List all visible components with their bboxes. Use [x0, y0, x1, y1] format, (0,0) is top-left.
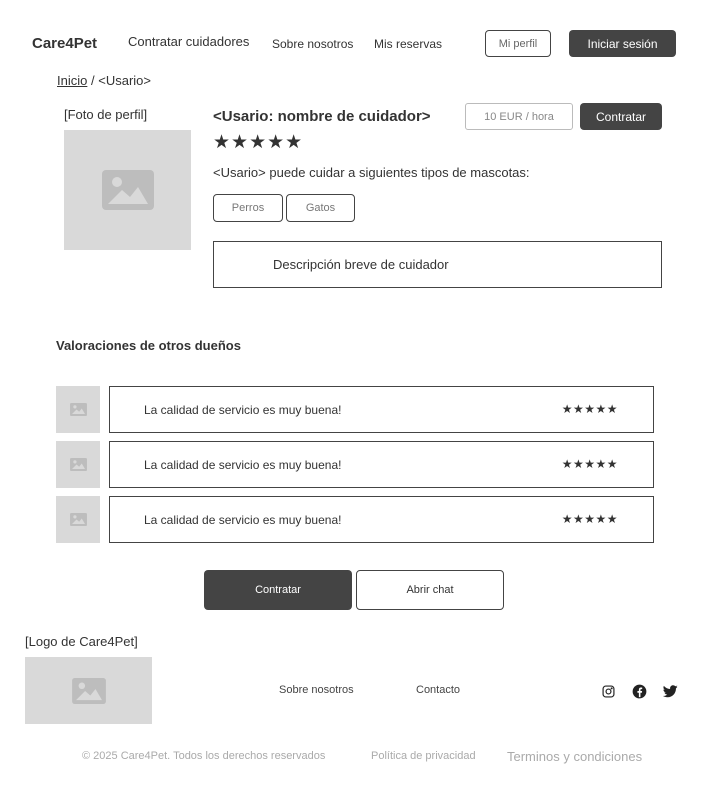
pets-description: <Usario> puede cuidar a siguientes tipos…: [213, 165, 530, 180]
review-stars: ★★★★★: [561, 512, 618, 526]
nav-my-bookings[interactable]: Mis reservas: [374, 37, 442, 51]
copyright-text: © 2025 Care4Pet. Todos los derechos rese…: [82, 750, 326, 762]
footer-about-link[interactable]: Sobre nosotros: [279, 684, 354, 696]
open-chat-button[interactable]: Abrir chat: [356, 570, 504, 610]
review-avatar: [56, 386, 100, 433]
privacy-policy-link[interactable]: Política de privacidad: [371, 750, 476, 762]
my-profile-button[interactable]: Mi perfil: [485, 30, 551, 57]
footer-logo-caption: [Logo de Care4Pet]: [25, 634, 138, 649]
caretaker-description: Descripción breve de cuidador: [213, 241, 662, 288]
breadcrumb-home-link[interactable]: Inicio: [57, 73, 87, 88]
review-text: La calidad de servicio es muy buena!: [144, 403, 342, 417]
image-placeholder-icon: [71, 677, 106, 704]
footer-contact-link[interactable]: Contacto: [416, 684, 460, 696]
review-stars: ★★★★★: [561, 402, 618, 416]
reviews-title: Valoraciones de otros dueños: [56, 338, 241, 353]
profile-photo: [64, 130, 191, 250]
review-item: La calidad de servicio es muy buena! ★★★…: [109, 441, 654, 488]
caretaker-name: <Usario: nombre de cuidador>: [213, 108, 431, 125]
image-placeholder-icon: [69, 458, 87, 471]
login-button[interactable]: Iniciar sesión: [569, 30, 676, 57]
footer-logo: [25, 657, 152, 724]
profile-photo-caption: [Foto de perfil]: [64, 107, 148, 122]
review-avatar: [56, 496, 100, 543]
breadcrumb: Inicio / <Usario>: [57, 73, 151, 88]
pet-chip-dogs[interactable]: Perros: [213, 194, 283, 222]
review-text: La calidad de servicio es muy buena!: [144, 458, 342, 472]
breadcrumb-current: <Usario>: [98, 73, 151, 88]
hire-button[interactable]: Contratar: [204, 570, 352, 610]
image-placeholder-icon: [69, 513, 87, 526]
review-text: La calidad de servicio es muy buena!: [144, 513, 342, 527]
nav-hire-caretakers[interactable]: Contratar cuidadores: [128, 34, 249, 49]
review-item: La calidad de servicio es muy buena! ★★★…: [109, 496, 654, 543]
facebook-icon[interactable]: [631, 683, 647, 699]
review-stars: ★★★★★: [561, 457, 618, 471]
nav-about-us[interactable]: Sobre nosotros: [272, 37, 353, 51]
twitter-icon[interactable]: [662, 683, 678, 699]
instagram-icon[interactable]: [600, 683, 616, 699]
terms-link[interactable]: Terminos y condiciones: [507, 749, 642, 764]
rating-stars: ★★★★★: [213, 132, 304, 153]
review-avatar: [56, 441, 100, 488]
pet-chip-cats[interactable]: Gatos: [286, 194, 355, 222]
image-placeholder-icon: [69, 403, 87, 416]
review-item: La calidad de servicio es muy buena! ★★★…: [109, 386, 654, 433]
image-placeholder-icon: [101, 170, 154, 210]
hourly-price: 10 EUR / hora: [465, 103, 573, 130]
breadcrumb-separator: /: [90, 73, 95, 88]
brand-logo[interactable]: Care4Pet: [32, 35, 97, 52]
hire-button-top[interactable]: Contratar: [580, 103, 662, 130]
